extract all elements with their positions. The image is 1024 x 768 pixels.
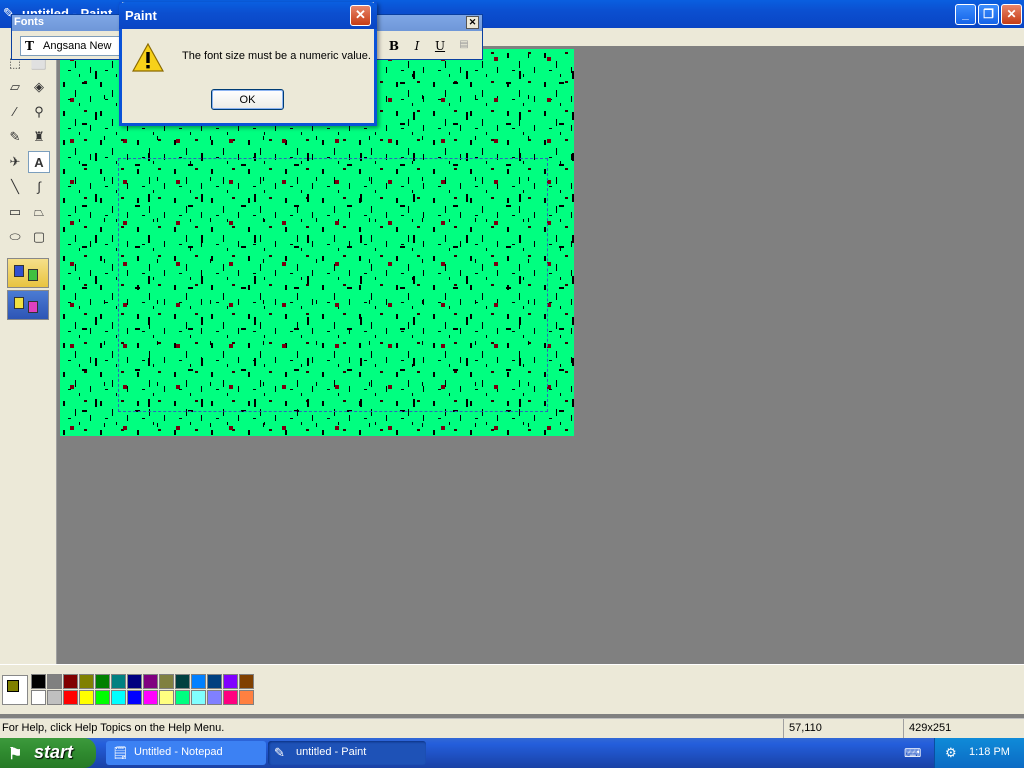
taskbar-item-label: Untitled - Notepad (134, 746, 223, 758)
clock[interactable]: 1:18 PM (969, 746, 1010, 758)
palette-swatch[interactable] (207, 690, 222, 705)
keyboard-icon[interactable]: ⌨ (904, 746, 921, 760)
notepad-icon: 🗒 (112, 745, 129, 760)
start-button[interactable]: ⚑ start (0, 738, 96, 768)
palette-swatch[interactable] (191, 690, 206, 705)
status-coordinates: 57,110 (789, 722, 822, 734)
shape-icon (14, 297, 24, 309)
pencil-icon[interactable]: ✎ (4, 126, 26, 148)
fonts-close-button[interactable]: ✕ (466, 16, 479, 29)
palette-swatch[interactable] (47, 690, 62, 705)
shape-icon (28, 269, 38, 281)
palette-swatch[interactable] (63, 674, 78, 689)
dialog-title: Paint (125, 8, 157, 23)
palette-swatch[interactable] (239, 690, 254, 705)
ellipse-icon[interactable]: ⬭ (4, 226, 26, 248)
text-tool-icon[interactable]: A (28, 151, 50, 173)
windows-flag-icon: ⚑ (8, 746, 23, 763)
tool-box: ⬚ ⬜ ▱ ◈ ⁄ ⚲ ✎ ♜ ✈ A ╲ ∫ ▭ ⏢ ⬭ ▢ (0, 46, 57, 664)
network-icon[interactable]: ⚙ (945, 745, 957, 761)
truetype-icon: T (25, 39, 34, 53)
start-label: start (34, 742, 74, 762)
warning-icon (132, 42, 164, 72)
minimize-button[interactable]: _ (955, 4, 976, 25)
rounded-rectangle-icon[interactable]: ▢ (28, 226, 50, 248)
line-icon[interactable]: ╲ (4, 176, 26, 198)
status-help-text: For Help, click Help Topics on the Help … (2, 722, 225, 734)
curve-icon[interactable]: ∫ (28, 176, 50, 198)
palette-swatch[interactable] (95, 674, 110, 689)
palette-swatch[interactable] (159, 690, 174, 705)
status-bar: For Help, click Help Topics on the Help … (0, 718, 1024, 739)
palette-swatch[interactable] (143, 674, 158, 689)
magnifier-icon[interactable]: ⚲ (28, 101, 50, 123)
fonts-title: Fonts (14, 16, 44, 28)
palette-swatch[interactable] (175, 674, 190, 689)
palette-swatch[interactable] (127, 690, 142, 705)
taskbar: ⚑ start 🗒 Untitled - Notepad ✎ untitled … (0, 738, 1024, 768)
palette-swatch[interactable] (239, 674, 254, 689)
underline-button[interactable]: U (431, 39, 449, 55)
palette-swatch[interactable] (191, 674, 206, 689)
font-name-value: Angsana New (43, 40, 112, 52)
palette-swatch[interactable] (159, 674, 174, 689)
palette-swatch[interactable] (31, 690, 46, 705)
taskbar-item-paint[interactable]: ✎ untitled - Paint (268, 741, 426, 765)
taskbar-item-notepad[interactable]: 🗒 Untitled - Notepad (106, 741, 266, 765)
palette-swatch[interactable] (47, 674, 62, 689)
text-selection-box[interactable] (118, 158, 548, 412)
italic-button[interactable]: I (408, 39, 426, 55)
paint-warning-dialog: Paint ✕ The font size must be a numeric … (119, 2, 377, 126)
close-button[interactable]: ✕ (1001, 4, 1022, 25)
airbrush-icon[interactable]: ✈ (4, 151, 26, 173)
palette-swatch[interactable] (143, 690, 158, 705)
palette-swatch[interactable] (111, 674, 126, 689)
pick-color-icon[interactable]: ⁄ (4, 101, 26, 123)
bold-button[interactable]: B (385, 39, 403, 55)
shape-icon (14, 265, 24, 277)
taskbar-item-label: untitled - Paint (296, 746, 367, 758)
palette-swatch[interactable] (79, 690, 94, 705)
transparent-background-option[interactable] (7, 290, 49, 320)
dialog-message: The font size must be a numeric value. (182, 50, 371, 62)
current-colors[interactable] (2, 675, 28, 705)
palette-swatch[interactable] (223, 674, 238, 689)
vertical-text-icon[interactable]: ▤ (455, 39, 473, 55)
foreground-color (7, 680, 19, 692)
brush-icon[interactable]: ♜ (28, 126, 50, 148)
palette-swatch[interactable] (207, 674, 222, 689)
system-tray: ⚙ 1:18 PM (934, 738, 1024, 768)
status-selection-size: 429x251 (909, 722, 952, 734)
paint-icon: ✎ (274, 745, 285, 760)
fill-with-color-icon[interactable]: ◈ (28, 76, 50, 98)
opaque-background-option[interactable] (7, 258, 49, 288)
eraser-icon[interactable]: ▱ (4, 76, 26, 98)
dialog-close-button[interactable]: ✕ (350, 5, 371, 26)
palette-swatch[interactable] (111, 690, 126, 705)
palette-swatch[interactable] (95, 690, 110, 705)
palette-swatch[interactable] (223, 690, 238, 705)
palette-swatch[interactable] (31, 674, 46, 689)
maximize-button[interactable]: ❐ (978, 4, 999, 25)
color-box (0, 664, 1024, 714)
palette-swatch[interactable] (79, 674, 94, 689)
palette-swatch[interactable] (63, 690, 78, 705)
rectangle-icon[interactable]: ▭ (4, 201, 26, 223)
palette-swatch[interactable] (175, 690, 190, 705)
dialog-title-bar[interactable]: Paint ✕ (119, 2, 377, 29)
font-name-select[interactable]: T Angsana New (20, 36, 120, 56)
palette-swatch[interactable] (127, 674, 142, 689)
shape-icon (28, 301, 38, 313)
polygon-icon[interactable]: ⏢ (28, 201, 50, 223)
ok-button[interactable]: OK (211, 89, 284, 110)
